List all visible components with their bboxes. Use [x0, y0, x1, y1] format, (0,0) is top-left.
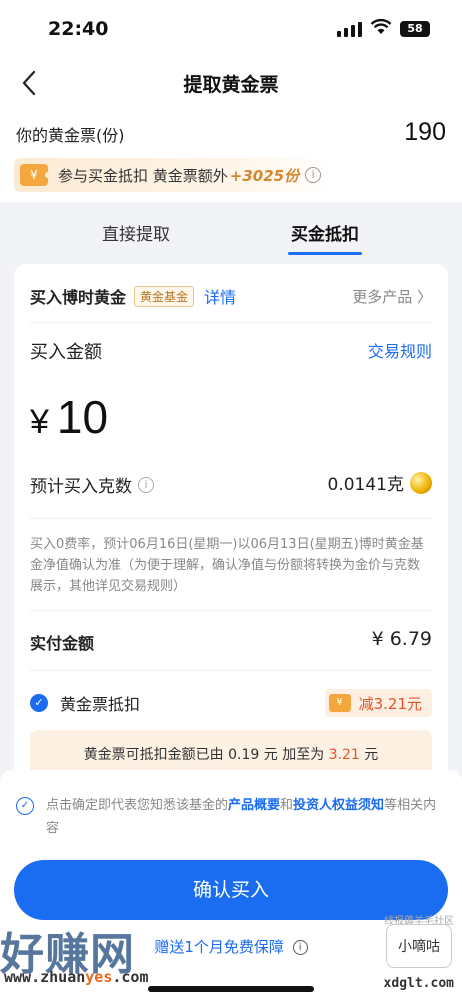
- currency-symbol: ¥: [30, 403, 49, 441]
- detail-link[interactable]: 详情: [204, 284, 236, 308]
- product-row: 买入博时黄金 黄金基金 详情 更多产品 〉: [30, 282, 432, 310]
- gold-coin-icon: [410, 471, 432, 494]
- ticket-icon: ¥: [20, 164, 50, 186]
- home-indicator: [148, 986, 314, 992]
- product-tag: 黄金基金: [134, 285, 195, 307]
- status-time: 22:40: [48, 18, 109, 40]
- confirm-buy-button[interactable]: 确认买入: [14, 860, 448, 920]
- watermark-url-right: xdglt.com: [383, 976, 454, 991]
- info-icon[interactable]: i: [305, 167, 322, 183]
- grams-label: 预计买入克数 i: [30, 472, 154, 497]
- agreement-text: 点击确定即代表您知悉该基金的产品概要和投资人权益须知等相关内容: [46, 798, 437, 836]
- divider: [30, 518, 432, 519]
- tab-direct-extract[interactable]: 直接提取: [102, 220, 170, 245]
- chevron-right-icon: 〉: [416, 287, 432, 306]
- divider: [30, 670, 432, 671]
- divider: [30, 322, 432, 323]
- ticket-deduct-row[interactable]: ✓ 黄金票抵扣 ¥ 减3.21元: [30, 688, 432, 718]
- wifi-icon: [370, 18, 392, 34]
- battery-icon: 58: [400, 21, 430, 37]
- ticket-count: 190: [404, 118, 446, 146]
- amount-value: 10: [56, 391, 109, 443]
- deduct-label: 黄金票抵扣: [60, 695, 141, 714]
- agreement-checkbox-icon[interactable]: ✓: [16, 797, 34, 815]
- agreement: ✓ 点击确定即代表您知悉该基金的产品概要和投资人权益须知等相关内容: [16, 794, 446, 840]
- page-title: 提取黄金票: [183, 74, 279, 96]
- ticket-icon: ¥: [328, 694, 351, 712]
- watermark-url: www.zhuanyes.com: [4, 968, 149, 986]
- pay-label: 实付金额: [30, 634, 95, 653]
- product-name: 买入博时黄金: [30, 288, 127, 307]
- status-bar: 22:40 58: [0, 0, 462, 60]
- promo-banner[interactable]: ¥ 参与买金抵扣 黄金票额外 +3025份 i: [14, 158, 334, 192]
- discount-badge: ¥ 减3.21元: [324, 689, 432, 717]
- pay-value: ¥ 6.79: [371, 628, 432, 650]
- fee-note: 买入0费率，预计06月16日(星期一)以06月13日(星期五)博时黄金基金净值确…: [30, 537, 424, 594]
- info-icon[interactable]: i: [138, 476, 154, 493]
- ticket-summary: 你的黄金票(份) 190 ¥ 参与买金抵扣 黄金票额外 +3025份 i: [0, 106, 462, 202]
- promo-highlight: +3025份: [229, 166, 300, 185]
- investor-rights-link[interactable]: 投资人权益须知: [293, 798, 384, 813]
- info-icon: i: [292, 940, 308, 955]
- amount-input[interactable]: ¥10: [30, 390, 108, 444]
- product-summary-link[interactable]: 产品概要: [228, 798, 280, 813]
- navigation-bar: 提取黄金票: [0, 60, 462, 106]
- promo-text: 参与买金抵扣 黄金票额外 +3025份: [58, 166, 300, 185]
- grams-value: 0.0141克: [328, 470, 432, 495]
- trade-rules-link[interactable]: 交易规则: [368, 338, 432, 362]
- more-products-link[interactable]: 更多产品 〉: [352, 286, 432, 307]
- purchase-card: 买入博时黄金 黄金基金 详情 更多产品 〉 买入金额 交易规则 ¥10 预计买入…: [14, 264, 448, 824]
- amount-label: 买入金额: [30, 342, 102, 363]
- signal-icon: [337, 22, 362, 37]
- checkbox-checked-icon[interactable]: ✓: [30, 694, 48, 712]
- watermark-badge: 小嘀咕: [386, 924, 452, 968]
- ticket-label: 你的黄金票(份): [16, 126, 125, 145]
- divider: [30, 610, 432, 611]
- tab-buy-gold-deduct[interactable]: 买金抵扣: [288, 220, 362, 255]
- tab-bar: 直接提取 买金抵扣: [0, 210, 462, 256]
